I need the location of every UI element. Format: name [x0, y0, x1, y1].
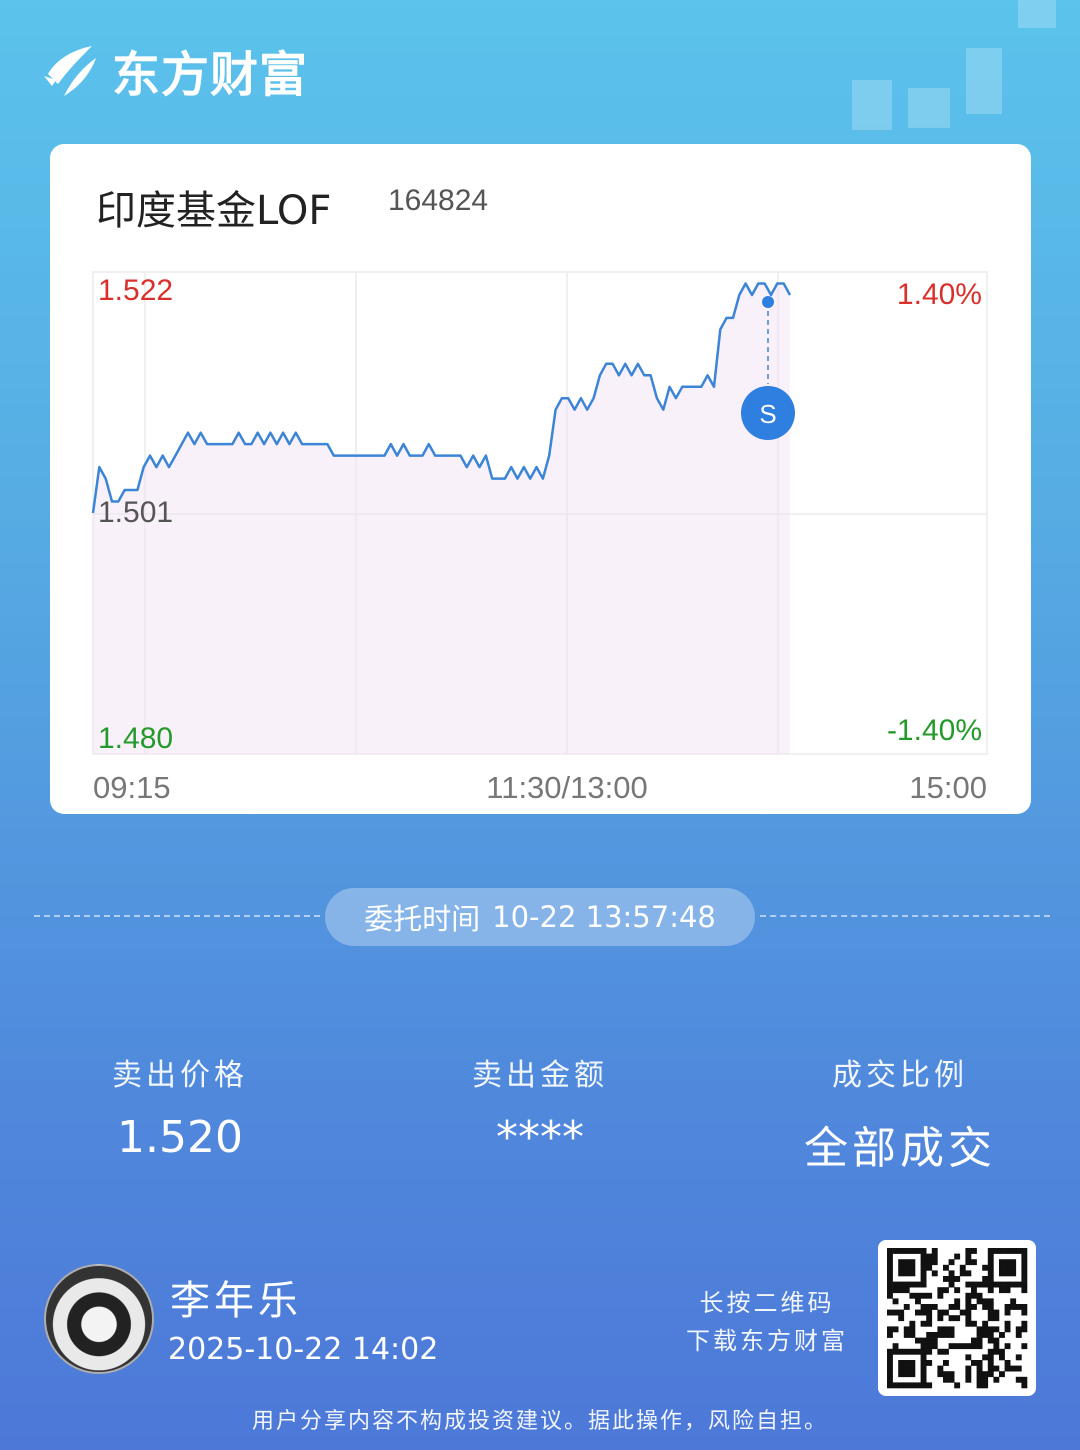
order-time-value: 10-22 13:57:48 [492, 900, 716, 934]
marker-dot [762, 296, 774, 308]
decor-candle [966, 48, 1002, 114]
post-time: 2025-10-22 14:02 [168, 1332, 439, 1367]
order-time-label: 委托时间 [364, 902, 481, 936]
qr-hint-line1: 长按二维码 [699, 1289, 835, 1317]
disclaimer: 用户分享内容不构成投资建议。据此操作，风险自担。 [251, 1409, 828, 1434]
qr-code[interactable] [878, 1240, 1036, 1396]
sell-marker-label: S [759, 399, 776, 429]
stat-sell-price: 卖出价格 1.520 [30, 1050, 330, 1163]
stat-label: 卖出价格 [112, 1058, 248, 1093]
order-time-pill: 委托时间 10-22 13:57:48 [325, 888, 755, 946]
eastmoney-logo-icon [44, 46, 96, 96]
price-area [93, 283, 790, 754]
stat-label: 卖出金额 [472, 1058, 608, 1093]
pct-tick-bottom: -1.40% [887, 714, 982, 747]
decor-candle [908, 88, 950, 128]
decor-candle [852, 80, 892, 130]
stat-label: 成交比例 [832, 1058, 968, 1093]
brand-header: 东方财富 [42, 38, 309, 103]
chart-card: 印度基金LOF 164824 1.522 1.501 1.480 1.40% -… [50, 144, 1031, 814]
stat-value: 1.520 [117, 1112, 243, 1163]
decor-candle [1018, 0, 1056, 28]
price-tick-mid: 1.501 [98, 496, 173, 529]
brand-name: 东方财富 [112, 47, 309, 103]
username[interactable]: 李年乐 [170, 1268, 302, 1326]
pct-tick-top: 1.40% [897, 278, 982, 311]
time-label-open: 09:15 [93, 770, 171, 805]
price-tick-top: 1.522 [98, 274, 173, 307]
stat-value: 全部成交 [804, 1123, 996, 1174]
divider-right [760, 915, 1050, 917]
qr-hint-line2: 下载东方财富 [686, 1327, 848, 1355]
time-label-close: 15:00 [909, 770, 987, 805]
price-tick-bottom: 1.480 [98, 722, 173, 755]
stat-fill-ratio: 成交比例 全部成交 [750, 1050, 1050, 1176]
qr-hint: 长按二维码 下载东方财富 [686, 1284, 848, 1360]
divider-left [34, 915, 320, 917]
time-label-mid: 11:30/13:00 [486, 770, 647, 805]
stat-value: **** [496, 1112, 584, 1163]
intraday-chart: 1.522 1.501 1.480 1.40% -1.40% 09:15 11:… [91, 271, 988, 805]
stat-sell-amount: 卖出金额 **** [390, 1050, 690, 1163]
qr-code-icon [887, 1248, 1028, 1389]
avatar[interactable] [44, 1264, 154, 1374]
